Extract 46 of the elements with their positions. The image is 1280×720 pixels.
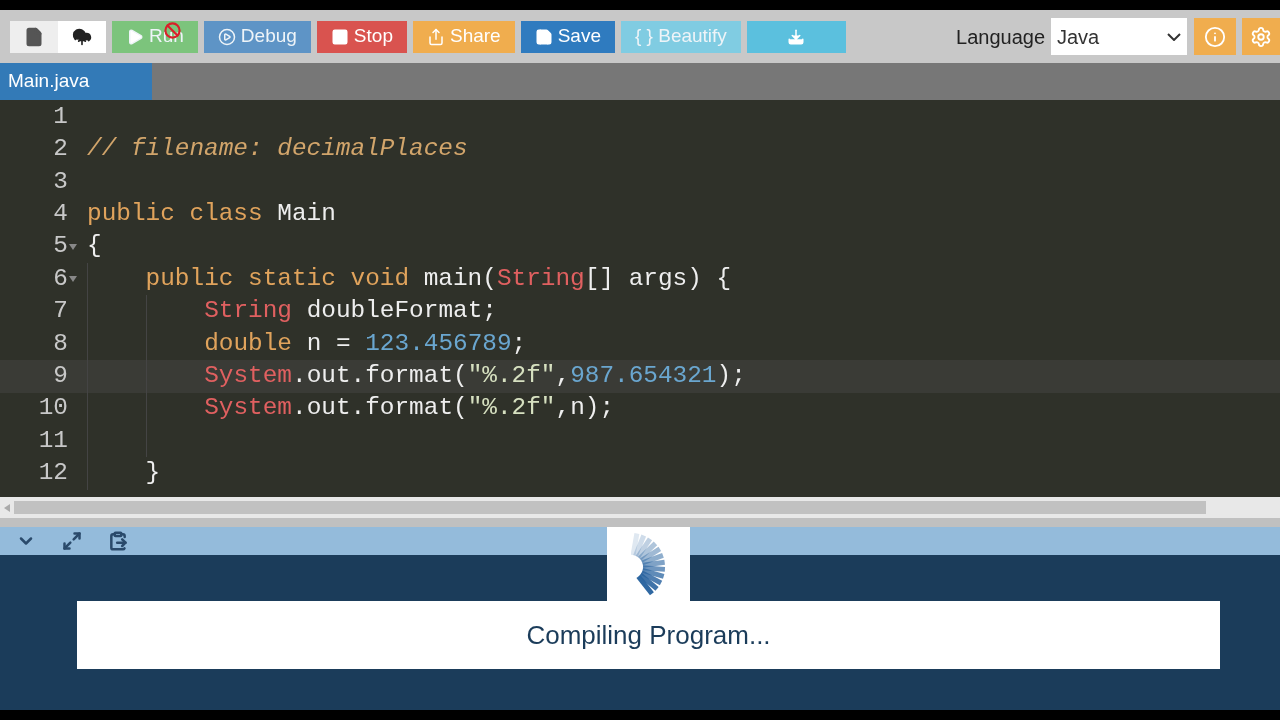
line-number: 2 [53,134,68,165]
stop-icon [330,27,349,46]
code-editor[interactable] [0,100,1280,497]
code-line: public static void main(String[] args) { [145,263,732,294]
line-number: 9 [53,361,68,391]
line-number: 12 [38,458,68,489]
download-icon [787,27,806,46]
line-number: 8 [53,328,68,359]
code-line: // filename: decimalPlaces [87,134,468,165]
code-line: double n = 123.456789; [204,328,527,359]
dropdown-caret-icon [1167,32,1181,41]
download-button[interactable] [746,20,846,53]
code-line: public class Main [87,199,336,230]
share-icon [426,27,445,46]
line-number: 3 [53,166,68,197]
line-number: 1 [53,101,68,132]
compiling-status: Compiling Program... [526,618,771,652]
expand-icon[interactable] [62,531,82,551]
line-number: 10 [38,393,68,424]
stop-button[interactable]: Stop [316,20,407,53]
loading-spinner-icon [630,531,667,597]
code-line: } [145,458,161,489]
file-icon [24,26,44,47]
code-line: System.out.format("%.2f",n); [204,393,615,424]
new-file-button[interactable] [10,20,58,53]
code-line: { [87,231,102,262]
upload-button[interactable] [58,20,106,53]
language-select[interactable]: Java [1051,18,1187,55]
line-number: 7 [53,296,68,327]
line-number: 5 [53,231,68,262]
language-label: Language [956,24,1045,50]
scroll-left-icon [4,503,10,512]
code-line: System.out.format("%.2f",987.654321); [204,361,746,391]
file-tab[interactable]: Main.java [0,63,152,100]
line-number: 6 [53,263,68,294]
settings-icon [1250,25,1272,48]
line-number: 4 [53,199,68,230]
save-button[interactable]: Save [520,20,615,53]
scrollbar-thumb[interactable] [14,501,1206,514]
clipboard-icon[interactable] [108,531,128,551]
line-number: 11 [38,425,68,456]
code-line: String doubleFormat; [204,296,497,327]
debug-icon [217,27,236,46]
run-icon [126,27,144,46]
horizontal-scrollbar[interactable] [0,497,1280,518]
info-icon [1204,25,1226,48]
